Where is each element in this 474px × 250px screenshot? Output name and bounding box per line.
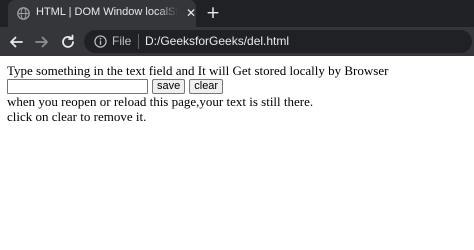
- forward-arrow-icon[interactable]: [33, 33, 51, 51]
- reload-note: when you reopen or reload this page,your…: [7, 94, 314, 109]
- storage-text-input[interactable]: [7, 78, 148, 94]
- new-tab-icon[interactable]: +: [203, 3, 223, 23]
- tab-bar: HTML | DOM Window localStorage ✕ +: [0, 0, 474, 27]
- browser-tab[interactable]: HTML | DOM Window localStorage ✕: [8, 0, 196, 27]
- save-button[interactable]: save: [152, 78, 186, 94]
- tab-title: HTML | DOM Window localStorage: [36, 6, 178, 18]
- browser-toolbar: File D:/GeeksforGeeks/del.html: [0, 27, 474, 56]
- clear-note: click on clear to remove it.: [7, 109, 147, 124]
- reload-icon[interactable]: [59, 33, 77, 51]
- address-bar[interactable]: File D:/GeeksforGeeks/del.html: [84, 30, 472, 53]
- back-arrow-icon[interactable]: [7, 33, 25, 51]
- page-content: Type something in the text field and It …: [0, 56, 474, 250]
- info-icon[interactable]: [94, 35, 107, 48]
- scheme-label: File: [112, 34, 132, 48]
- address-divider: [138, 34, 139, 49]
- intro-text: Type something in the text field and It …: [7, 63, 389, 78]
- clear-button[interactable]: clear: [189, 78, 224, 94]
- globe-icon: [17, 7, 30, 20]
- url-text[interactable]: D:/GeeksforGeeks/del.html: [145, 34, 289, 49]
- close-tab-icon[interactable]: ✕: [184, 5, 198, 21]
- storage-controls: save clear: [7, 78, 474, 94]
